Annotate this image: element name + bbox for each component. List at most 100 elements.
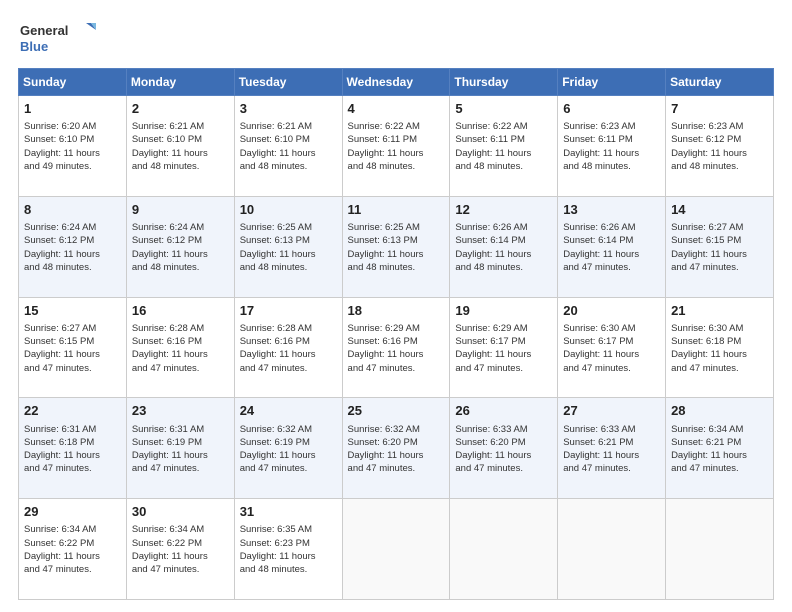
day-info: Sunset: 6:19 PM — [132, 436, 229, 449]
day-info: Sunrise: 6:23 AM — [563, 120, 660, 133]
day-info: Sunset: 6:14 PM — [455, 234, 552, 247]
day-info: Daylight: 11 hours — [132, 248, 229, 261]
day-info: Sunrise: 6:24 AM — [132, 221, 229, 234]
day-info: Sunrise: 6:26 AM — [455, 221, 552, 234]
col-tuesday: Tuesday — [234, 69, 342, 96]
table-row: 31Sunrise: 6:35 AMSunset: 6:23 PMDayligh… — [234, 499, 342, 600]
col-thursday: Thursday — [450, 69, 558, 96]
table-row: 17Sunrise: 6:28 AMSunset: 6:16 PMDayligh… — [234, 297, 342, 398]
table-row: 25Sunrise: 6:32 AMSunset: 6:20 PMDayligh… — [342, 398, 450, 499]
day-number: 26 — [455, 402, 552, 420]
day-info: and 48 minutes. — [240, 261, 337, 274]
day-info: Sunrise: 6:21 AM — [240, 120, 337, 133]
day-info: Sunrise: 6:31 AM — [24, 423, 121, 436]
table-row — [666, 499, 774, 600]
day-number: 27 — [563, 402, 660, 420]
day-info: Daylight: 11 hours — [24, 449, 121, 462]
day-info: Daylight: 11 hours — [348, 449, 445, 462]
table-row: 5Sunrise: 6:22 AMSunset: 6:11 PMDaylight… — [450, 96, 558, 197]
day-info: Sunrise: 6:27 AM — [671, 221, 768, 234]
day-info: and 48 minutes. — [240, 160, 337, 173]
day-info: Sunrise: 6:26 AM — [563, 221, 660, 234]
day-info: and 48 minutes. — [348, 160, 445, 173]
day-info: Sunset: 6:21 PM — [671, 436, 768, 449]
day-info: Sunset: 6:22 PM — [132, 537, 229, 550]
day-info: Sunrise: 6:32 AM — [240, 423, 337, 436]
day-info: Daylight: 11 hours — [240, 449, 337, 462]
col-saturday: Saturday — [666, 69, 774, 96]
day-info: Sunset: 6:18 PM — [671, 335, 768, 348]
day-info: Daylight: 11 hours — [240, 550, 337, 563]
day-info: Daylight: 11 hours — [455, 348, 552, 361]
day-info: and 47 minutes. — [671, 362, 768, 375]
day-info: Sunset: 6:21 PM — [563, 436, 660, 449]
day-info: Daylight: 11 hours — [240, 248, 337, 261]
table-row: 13Sunrise: 6:26 AMSunset: 6:14 PMDayligh… — [558, 196, 666, 297]
day-info: Sunrise: 6:29 AM — [348, 322, 445, 335]
day-info: Daylight: 11 hours — [132, 147, 229, 160]
table-row: 23 Sunrise: 6:31 AMSunset: 6:19 PMDayligh… — [126, 398, 234, 499]
calendar-header-row: Sunday Monday Tuesday Wednesday Thursday… — [19, 69, 774, 96]
day-info: Sunrise: 6:28 AM — [132, 322, 229, 335]
table-row: 19 Sunrise: 6:29 AMSunset: 6:17 PMDayligh… — [450, 297, 558, 398]
day-info: and 48 minutes. — [24, 261, 121, 274]
day-number: 20 — [563, 302, 660, 320]
day-info: Daylight: 11 hours — [671, 147, 768, 160]
day-info: Sunrise: 6:35 AM — [240, 523, 337, 536]
table-row: 11Sunrise: 6:25 AMSunset: 6:13 PMDayligh… — [342, 196, 450, 297]
day-number: 4 — [348, 100, 445, 118]
day-number: 23 — [132, 402, 229, 420]
day-number: 25 — [348, 402, 445, 420]
day-info: and 47 minutes. — [348, 362, 445, 375]
day-info: Daylight: 11 hours — [348, 248, 445, 261]
day-info: Sunset: 6:10 PM — [24, 133, 121, 146]
day-info: and 48 minutes. — [348, 261, 445, 274]
table-row — [342, 499, 450, 600]
day-info: Daylight: 11 hours — [24, 248, 121, 261]
day-number: 19 — [455, 302, 552, 320]
day-info: and 47 minutes. — [348, 462, 445, 475]
day-info: and 49 minutes. — [24, 160, 121, 173]
day-info: Sunrise: 6:29 AM — [455, 322, 552, 335]
day-number: 3 — [240, 100, 337, 118]
day-info: Sunrise: 6:22 AM — [348, 120, 445, 133]
table-row: 2Sunrise: 6:21 AMSunset: 6:10 PMDaylight… — [126, 96, 234, 197]
day-info: Sunrise: 6:21 AM — [132, 120, 229, 133]
day-info: Sunset: 6:13 PM — [348, 234, 445, 247]
day-number: 1 — [24, 100, 121, 118]
day-number: 14 — [671, 201, 768, 219]
day-info: Sunset: 6:10 PM — [240, 133, 337, 146]
col-sunday: Sunday — [19, 69, 127, 96]
day-info: Daylight: 11 hours — [455, 449, 552, 462]
day-info: Sunrise: 6:33 AM — [563, 423, 660, 436]
day-info: Sunset: 6:17 PM — [455, 335, 552, 348]
page: General Blue Sunday Monday Tuesday Wedne… — [0, 0, 792, 612]
day-number: 21 — [671, 302, 768, 320]
day-info: Sunset: 6:15 PM — [24, 335, 121, 348]
table-row — [558, 499, 666, 600]
day-info: Sunrise: 6:30 AM — [563, 322, 660, 335]
day-info: and 48 minutes. — [132, 261, 229, 274]
day-info: Sunrise: 6:33 AM — [455, 423, 552, 436]
day-info: and 47 minutes. — [240, 362, 337, 375]
day-info: Daylight: 11 hours — [24, 348, 121, 361]
day-info: Sunrise: 6:31 AM — [132, 423, 229, 436]
day-info: and 47 minutes. — [132, 563, 229, 576]
day-info: Sunset: 6:12 PM — [132, 234, 229, 247]
table-row: 22Sunrise: 6:31 AMSunset: 6:18 PMDayligh… — [19, 398, 127, 499]
day-info: Sunrise: 6:34 AM — [24, 523, 121, 536]
day-info: Daylight: 11 hours — [132, 449, 229, 462]
day-info: and 47 minutes. — [132, 362, 229, 375]
table-row — [450, 499, 558, 600]
day-info: Daylight: 11 hours — [563, 348, 660, 361]
day-info: Daylight: 11 hours — [671, 248, 768, 261]
day-number: 30 — [132, 503, 229, 521]
day-info: Sunset: 6:17 PM — [563, 335, 660, 348]
day-info: and 47 minutes. — [671, 261, 768, 274]
day-info: Daylight: 11 hours — [671, 348, 768, 361]
day-info: Sunset: 6:16 PM — [132, 335, 229, 348]
day-info: Sunset: 6:18 PM — [24, 436, 121, 449]
table-row: 27Sunrise: 6:33 AMSunset: 6:21 PMDayligh… — [558, 398, 666, 499]
day-info: Daylight: 11 hours — [240, 348, 337, 361]
day-info: Sunrise: 6:23 AM — [671, 120, 768, 133]
